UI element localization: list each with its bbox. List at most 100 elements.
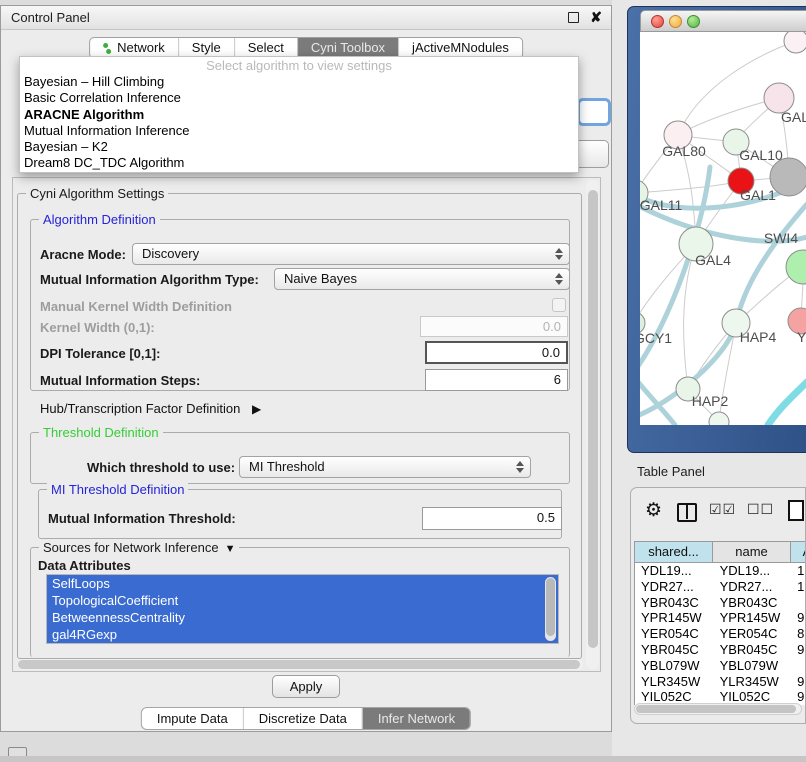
table-row[interactable]: YPR145W YPR145W 9. [635,610,806,626]
attributes-scrollbar[interactable] [545,577,556,641]
table-column-header[interactable]: name [713,541,791,563]
table-header-row: shared... name A [634,541,806,563]
mi-steps-label: Mutual Information Steps: [40,373,200,388]
mi-type-label: Mutual Information Algorithm Type: [40,272,259,287]
network-node[interactable] [709,412,729,425]
aracne-mode-combo[interactable]: Discovery [132,243,570,265]
network-node-label: Y [797,329,806,345]
mi-threshold-group-title: MI Threshold Definition [47,482,188,497]
mi-type-combo[interactable]: Naive Bayes [274,268,570,290]
vertical-scrollbar-thumb[interactable] [588,190,598,648]
control-panel-title: Control Panel [11,10,90,25]
algorithm-option[interactable]: Mutual Information Inference [20,123,578,139]
columns-icon[interactable] [677,503,697,522]
network-canvas[interactable]: GALGAL80GAL10GAL1GAL11GAL4SWI4GCY1HAP4YH… [640,32,806,425]
table-row[interactable]: YDL19... YDL19... 13 [635,563,806,579]
deselect-all-checkboxes-icon[interactable]: ☐☐ [747,501,774,518]
mi-threshold-field[interactable]: 0.5 [422,507,562,530]
focused-combo-fragment[interactable] [577,98,611,126]
network-node-swi4[interactable] [786,250,806,284]
table-horizontal-scrollbar[interactable] [634,703,802,715]
table-row[interactable]: YBL079W YBL079W [635,658,806,674]
network-node-label: GAL [781,109,806,125]
bottom-tab-Discretize Data[interactable]: Discretize Data [243,708,362,729]
table-column-header[interactable]: A [791,541,806,563]
table-horizontal-scrollbar-thumb[interactable] [636,705,796,713]
tab-jActiveMNodules[interactable]: jActiveMNodules [398,38,522,58]
bottom-tab-Impute Data[interactable]: Impute Data [142,708,243,729]
network-titlebar[interactable] [640,10,806,32]
table-row[interactable]: YBR043C YBR043C [635,595,806,611]
horizontal-scrollbar[interactable] [17,659,583,670]
select-all-checkboxes-icon[interactable]: ☑☑ [709,501,736,518]
table-column-header[interactable]: shared... [634,541,713,563]
minimize-button[interactable] [669,15,682,28]
mi-steps-field[interactable]: 6 [425,369,568,391]
settings-scrollpane: Cyni Algorithm Settings Algorithm Defini… [12,177,601,672]
algorithm-option[interactable]: Dream8 DC_TDC Algorithm [20,155,578,171]
algorithm-option[interactable]: Bayesian – Hill Climbing [20,74,578,90]
data-attributes-list[interactable]: SelfLoops TopologicalCoefficient Between… [46,574,559,644]
network-node[interactable] [784,32,806,53]
hub-definition-expander[interactable]: Hub/Transcription Factor Definition ▶ [40,401,261,416]
kernel-width-label: Kernel Width (0,1): [40,320,155,335]
network-node-label: GAL4 [695,252,731,268]
cell-name: YBL079W [714,658,792,674]
dpi-tolerance-field[interactable]: 0.0 [425,341,568,364]
hub-definition-label: Hub/Transcription Factor Definition [40,401,240,416]
cell-name: YLR345W [714,674,792,690]
cell-extra: 9. [791,674,806,690]
tab-Network[interactable]: Network [90,38,178,58]
gear-icon[interactable]: ⚙ [645,499,662,522]
expand-right-icon[interactable]: ▶ [252,402,261,416]
aracne-mode-value: Discovery [142,246,199,261]
network-edge[interactable] [678,98,779,135]
vertical-scrollbar[interactable] [586,180,599,669]
bottom-tab-Infer Network[interactable]: Infer Network [362,708,470,729]
network-node-label: GAL10 [739,147,783,163]
document-icon[interactable] [788,500,804,521]
kernel-width-field[interactable]: 0.0 [420,316,568,337]
zoom-button[interactable] [687,15,700,28]
bottom-strip [0,756,806,762]
network-edge[interactable] [768,382,806,425]
which-threshold-combo[interactable]: MI Threshold [239,456,531,478]
dpi-tolerance-label: DPI Tolerance [0,1]: [40,346,160,361]
dropdown-placeholder: Select algorithm to view settings [20,57,578,74]
attribute-item[interactable]: TopologicalCoefficient [47,592,558,609]
apply-button[interactable]: Apply [272,675,340,698]
algorithm-dropdown-list: Select algorithm to view settings Bayesi… [19,56,579,173]
cell-name: YDR27... [714,579,792,595]
tab-Style[interactable]: Style [178,38,234,58]
sources-title-text: Sources for Network Inference [43,540,219,555]
collapse-down-icon[interactable]: ▼ [225,543,236,555]
table-row[interactable]: YER054C YER054C 8. [635,626,806,642]
which-threshold-label: Which threshold to use: [87,460,235,475]
attribute-item[interactable]: BetweennessCentrality [47,609,558,626]
manual-kernel-checkbox[interactable] [552,298,566,312]
close-icon[interactable]: ✘ [590,9,602,26]
algorithm-option[interactable]: Basic Correlation Inference [20,90,578,106]
table-body: YDL19... YDL19... 13 YDR27... YDR27... 1… [634,563,806,705]
attribute-item[interactable]: SelfLoops [47,575,558,592]
horizontal-scrollbar-thumb[interactable] [18,660,580,669]
network-node-label: GAL80 [662,143,706,159]
cell-extra: 9. [791,610,806,626]
tab-Select[interactable]: Select [234,38,297,58]
table-row[interactable]: YDR27... YDR27... 12 [635,579,806,595]
float-window-icon[interactable] [568,12,579,23]
attributes-scrollbar-thumb[interactable] [546,578,555,636]
algorithm-option[interactable]: Bayesian – K2 [20,139,578,155]
aracne-mode-label: Aracne Mode: [40,247,126,262]
attribute-item[interactable]: gal4RGexp [47,626,558,643]
combo-fragment[interactable] [575,140,609,168]
network-node-label: HAP2 [692,393,729,409]
algorithm-option[interactable]: ARACNE Algorithm [20,107,578,123]
table-row[interactable]: YLR345W YLR345W 9. [635,674,806,690]
cell-extra [791,658,806,674]
dropdown-items: Bayesian – Hill Climbing Basic Correlati… [20,74,578,172]
table-row[interactable]: YBR045C YBR045C 9. [635,642,806,658]
sources-group-title[interactable]: Sources for Network Inference ▼ [39,540,239,555]
close-button[interactable] [651,15,664,28]
tab-Cyni Toolbox[interactable]: Cyni Toolbox [297,38,398,58]
